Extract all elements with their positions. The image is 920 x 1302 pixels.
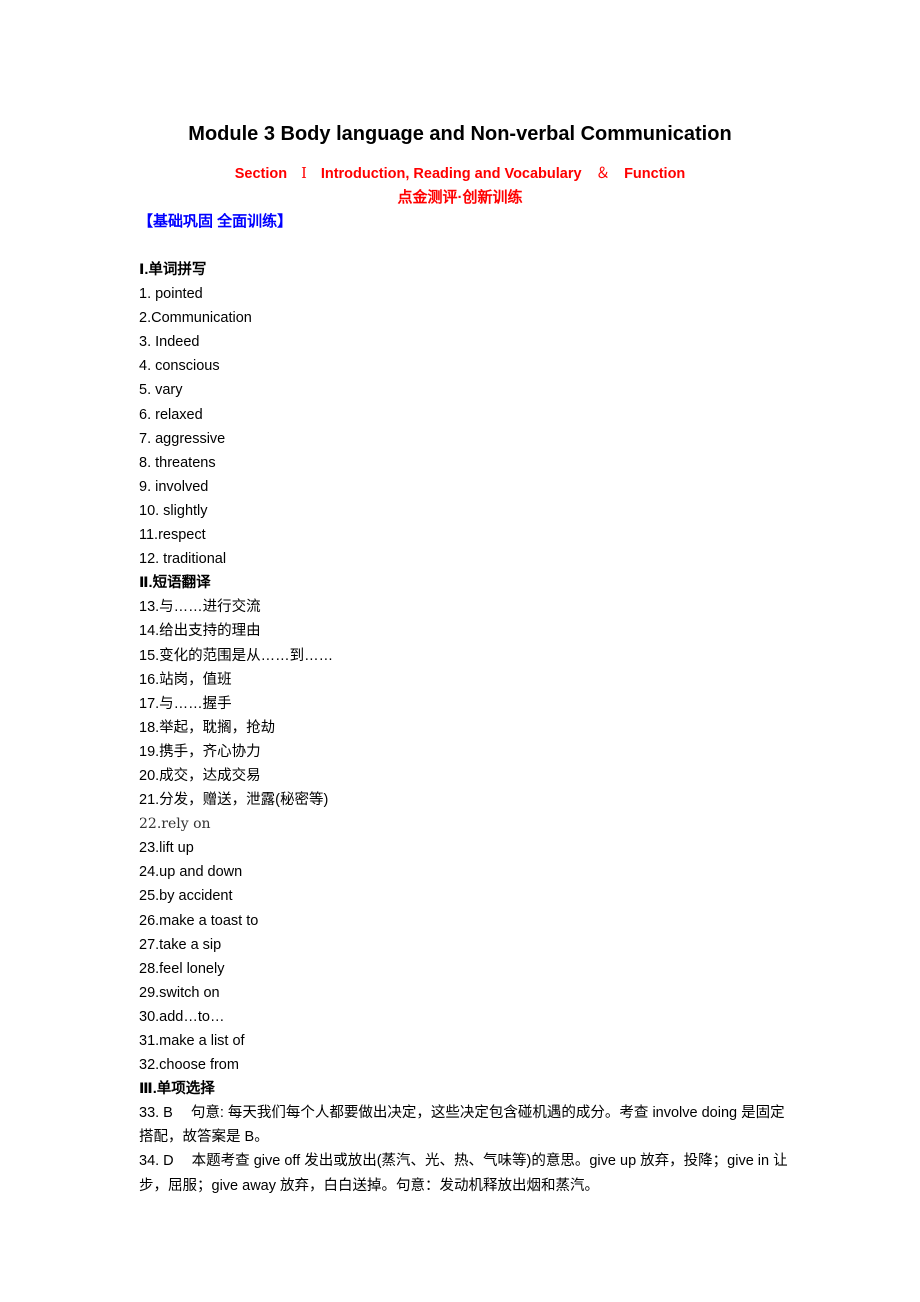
section-name: Introduction, Reading and Vocabulary (320, 166, 582, 182)
answer-number: 33. B (139, 1105, 173, 1122)
list-item: 16.站岗，值班 (139, 671, 232, 688)
answer-number: 34. D (139, 1153, 174, 1170)
list-item: 13.与……进行交流 (139, 599, 261, 616)
part1-heading: Ⅰ.单词拼写 (139, 262, 207, 278)
list-item: 14.给出支持的理由 (139, 623, 261, 640)
list-item: 8. threatens (139, 454, 216, 471)
list-item: 9. involved (139, 478, 209, 495)
section-prefix: Section (234, 166, 288, 182)
section-suffix: Function (624, 166, 686, 182)
list-item: 10. slightly (139, 502, 208, 519)
list-item: 5. vary (139, 382, 183, 399)
list-item: 15.变化的范围是从……到…… (139, 647, 334, 664)
answer-item: 33. B 句意: 每天我们每个人都要做出决定，这些决定包含碰机遇的成分。考查 i… (139, 1101, 799, 1149)
list-item: 18.举起，耽搁，抢劫 (139, 719, 276, 736)
list-item: 21.分发，赠送，泄露(秘密等) (139, 792, 329, 809)
document-page: Module 3 Body language and Non-verbal Co… (0, 0, 920, 1302)
list-item: 4. conscious (139, 358, 220, 375)
section-heading: Section Ⅰ Introduction, Reading and Vocabu… (0, 162, 920, 183)
section-numeral: Ⅰ (301, 166, 307, 182)
block-heading: 【基础巩固 全面训练】 (138, 213, 293, 230)
list-item: 28.feel lonely (139, 960, 225, 977)
answer-explanation: 句意: 每天我们每个人都要做出决定，这些决定包含碰机遇的成分。考查 involv… (139, 1105, 785, 1146)
list-item: 6. relaxed (139, 406, 203, 423)
list-item: 7. aggressive (139, 430, 226, 447)
list-item: 20.成交，达成交易 (139, 767, 261, 784)
list-item: 29.switch on (139, 984, 220, 1001)
list-item: 27.take a sip (139, 936, 222, 953)
list-item: 1. pointed (139, 286, 203, 303)
list-item: 3. Indeed (139, 334, 200, 351)
list-item: 17.与……握手 (139, 695, 232, 712)
list-item: 22.rely on (139, 816, 211, 833)
list-item: 31.make a list of (139, 1033, 245, 1049)
list-item: 2.Communication (139, 310, 252, 327)
document-title: Module 3 Body language and Non-verbal Co… (188, 123, 732, 145)
list-item: 25.by accident (139, 888, 233, 905)
list-item: 23.lift up (139, 840, 194, 857)
list-item: 12. traditional (139, 551, 227, 568)
part2-heading: Ⅱ.短语翻译 (139, 575, 211, 592)
section-amp: ＆ (595, 166, 611, 182)
list-item: 19.携手，齐心协力 (139, 743, 261, 760)
content-lines: Ⅰ.单词拼写 1. pointed 2.Communication 3. Ind… (139, 258, 799, 1198)
document-subtitle: 点金测评·创新训练 (397, 189, 523, 206)
answer-explanation: 本题考查 give off 发出或放出(蒸汽、光、热、气味等)的意思。give … (139, 1153, 788, 1194)
list-item: 26.make a toast to (139, 912, 259, 929)
list-item: 32.choose from (139, 1057, 239, 1074)
answer-item: 34. D 本题考查 give off 发出或放出(蒸汽、光、热、气味等)的意思。… (139, 1149, 799, 1197)
list-item: 11.respect (139, 527, 206, 544)
part3-heading: Ⅲ.单项选择 (139, 1081, 215, 1098)
list-item: 30.add…to… (139, 1008, 225, 1025)
list-item: 24.up and down (139, 864, 243, 881)
